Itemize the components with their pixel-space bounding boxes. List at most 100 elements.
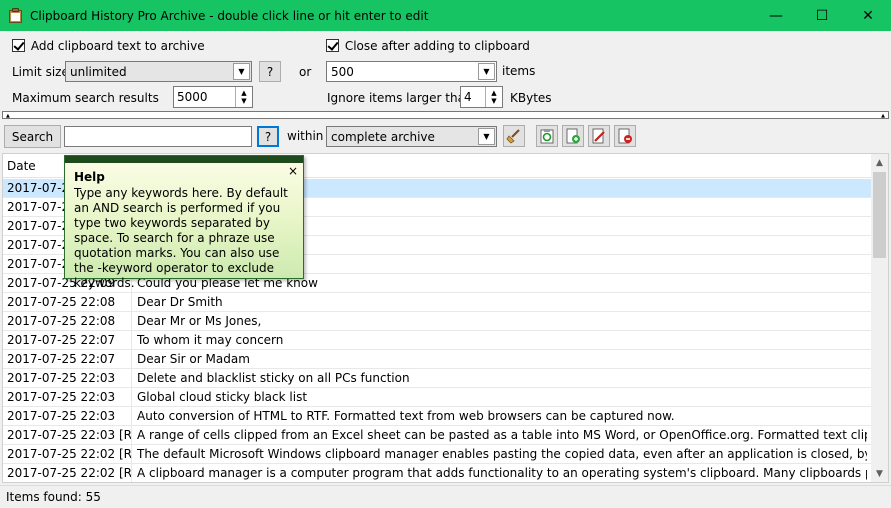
edit-icon xyxy=(592,128,605,144)
clipboard-app-icon xyxy=(9,8,22,23)
item-date: 2017-07-25 22:07 xyxy=(7,333,116,347)
options-panel: Add clipboard text to archive Close afte… xyxy=(0,31,891,109)
maximize-button[interactable]: ☐ xyxy=(799,0,845,31)
list-item[interactable]: 2017-07-25 22:08 Dear Dr Smith xyxy=(3,293,873,312)
item-text: Dear Sir or Madam xyxy=(137,352,250,366)
export-icon xyxy=(566,128,580,144)
item-date: 2017-07-25 22:02 [RTF] xyxy=(7,466,131,480)
kbytes-label: KBytes xyxy=(510,91,552,105)
export-button[interactable] xyxy=(562,125,584,147)
clear-search-button[interactable] xyxy=(503,125,525,147)
list-item[interactable]: 2017-07-25 22:08 Dear Mr or Ms Jones, xyxy=(3,312,873,331)
item-date: 2017-07-25 22:08 xyxy=(7,295,116,309)
close-icon[interactable]: × xyxy=(288,165,298,177)
item-text: Auto conversion of HTML to RTF. Formatte… xyxy=(137,409,675,423)
item-text: Dear Mr or Ms Jones, xyxy=(137,314,262,328)
item-text: A range of cells clipped from an Excel s… xyxy=(137,428,867,442)
items-found-count: Items found: 55 xyxy=(6,490,101,504)
item-text: A clipboard manager is a computer progra… xyxy=(137,466,867,480)
item-text: To whom it may concern xyxy=(137,333,284,347)
max-results-spinner[interactable]: 5000 ▲ ▼ xyxy=(173,86,253,108)
vertical-scrollbar[interactable]: ▲ ▼ xyxy=(871,154,888,482)
item-date: 2017-07-25 22:03 xyxy=(7,409,116,423)
search-scope-value: complete archive xyxy=(331,129,435,144)
spinner-arrows-icon[interactable]: ▲ ▼ xyxy=(235,87,252,107)
limit-size-value: unlimited xyxy=(70,64,127,79)
close-after-label: Close after adding to clipboard xyxy=(344,39,530,53)
delete-icon xyxy=(618,128,632,144)
item-text: Dear Dr Smith xyxy=(137,295,223,309)
limit-size-label: Limit size xyxy=(12,65,69,79)
title-bar: Clipboard History Pro Archive - double c… xyxy=(0,0,891,31)
item-text: The default Microsoft Windows clipboard … xyxy=(137,447,867,461)
search-help-button[interactable]: ? xyxy=(257,126,279,147)
item-text: Global cloud sticky black list xyxy=(137,390,308,404)
list-item[interactable]: 2017-07-25 22:03 Global cloud sticky blac… xyxy=(3,388,873,407)
ignore-larger-label: Ignore items larger than xyxy=(327,91,473,105)
close-button[interactable]: ✕ xyxy=(845,0,891,31)
column-divider xyxy=(131,331,132,349)
column-divider xyxy=(131,464,132,482)
ignore-size-spinner[interactable]: 4 ▲ ▼ xyxy=(460,86,503,108)
date-column-header[interactable]: Date xyxy=(7,159,36,173)
tooltip-title: Help xyxy=(74,170,105,184)
chevron-down-icon: ▼ xyxy=(233,63,250,80)
item-date: 2017-07-25 22:03 [RTF] xyxy=(7,428,131,442)
status-bar: Items found: 55 xyxy=(0,485,891,508)
items-label: items xyxy=(502,64,536,78)
column-divider xyxy=(131,388,132,406)
collapse-up-icon: ▲ xyxy=(881,113,885,119)
items-count-select[interactable]: 500 ▼ xyxy=(326,61,497,82)
add-to-archive-label: Add clipboard text to archive xyxy=(30,39,205,53)
item-date: 2017-07-25 22:03 xyxy=(7,390,116,404)
scroll-down-icon[interactable]: ▼ xyxy=(871,465,888,482)
item-text: Delete and blacklist sticky on all PCs f… xyxy=(137,371,410,385)
list-item[interactable]: 2017-07-25 22:03 Delete and blacklist sti… xyxy=(3,369,873,388)
column-divider xyxy=(131,350,132,368)
window-title: Clipboard History Pro Archive - double c… xyxy=(30,8,429,23)
chevron-down-icon: ▼ xyxy=(478,128,495,145)
edit-button[interactable] xyxy=(588,125,610,147)
column-divider xyxy=(131,407,132,425)
checkbox-checked-icon xyxy=(326,39,339,52)
search-input[interactable] xyxy=(64,126,252,147)
column-divider xyxy=(131,426,132,444)
list-item[interactable]: 2017-07-25 22:03 [RTF] A range of cells c… xyxy=(3,426,873,445)
scroll-up-icon[interactable]: ▲ xyxy=(871,154,888,171)
scrollbar-thumb[interactable] xyxy=(873,172,886,258)
limit-size-select[interactable]: unlimited ▼ xyxy=(65,61,252,82)
list-item[interactable]: 2017-07-25 22:02 [RTF] The default Micros… xyxy=(3,445,873,464)
collapse-up-icon: ▲ xyxy=(6,113,10,119)
panel-splitter[interactable]: ▲ ▲ xyxy=(2,111,889,119)
list-item[interactable]: 2017-07-25 22:03 Auto conversion of HTML … xyxy=(3,407,873,426)
tooltip-body: Type any keywords here. By default an AN… xyxy=(74,186,288,290)
limit-help-button[interactable]: ? xyxy=(259,61,281,82)
max-results-value: 5000 xyxy=(177,90,208,104)
delete-button[interactable] xyxy=(614,125,636,147)
minimize-button[interactable]: — xyxy=(753,0,799,31)
refresh-button[interactable] xyxy=(536,125,558,147)
list-item[interactable]: 2017-07-25 22:07 To whom it may concern xyxy=(3,331,873,350)
checkbox-checked-icon xyxy=(12,39,25,52)
list-item[interactable]: 2017-07-25 22:02 [RTF] A clipboard manage… xyxy=(3,464,873,482)
item-date: 2017-07-25 22:07 xyxy=(7,352,116,366)
broom-icon xyxy=(506,129,520,144)
item-date: 2017-07-25 22:03 xyxy=(7,371,116,385)
tooltip-header-bar xyxy=(65,156,303,163)
list-item[interactable]: 2017-07-25 22:07 Dear Sir or Madam xyxy=(3,350,873,369)
search-scope-select[interactable]: complete archive ▼ xyxy=(326,126,497,147)
within-label: within xyxy=(287,129,324,143)
close-after-checkbox[interactable]: Close after adding to clipboard xyxy=(326,39,530,53)
column-divider xyxy=(131,312,132,330)
item-date: 2017-07-25 22:08 xyxy=(7,314,116,328)
spinner-arrows-icon[interactable]: ▲ ▼ xyxy=(485,87,502,107)
chevron-down-icon: ▼ xyxy=(478,63,495,80)
column-divider xyxy=(131,293,132,311)
or-label: or xyxy=(299,65,312,79)
add-to-archive-checkbox[interactable]: Add clipboard text to archive xyxy=(12,39,205,53)
column-divider xyxy=(131,369,132,387)
column-divider xyxy=(131,445,132,463)
search-button[interactable]: Search xyxy=(4,125,61,148)
refresh-icon xyxy=(540,129,554,144)
item-date: 2017-07-25 22:02 [RTF] xyxy=(7,447,131,461)
